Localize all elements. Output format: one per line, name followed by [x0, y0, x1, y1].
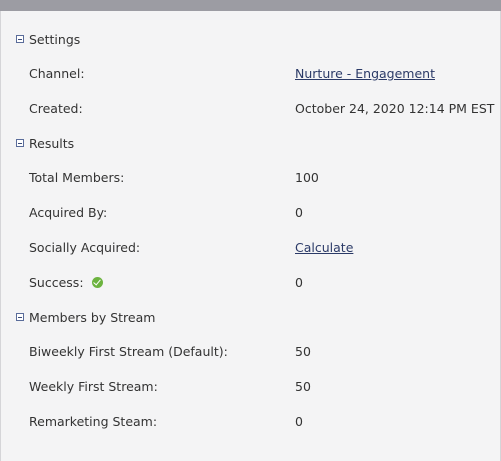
success-row-label: Success: — [29, 275, 103, 290]
success-value: 0 — [295, 275, 303, 290]
results-section-title: Results — [29, 135, 75, 151]
calculate-link[interactable]: Calculate — [295, 240, 353, 255]
settings-section-title: Settings — [29, 31, 81, 47]
acquired-by-label: Acquired By: — [29, 205, 108, 220]
stream-label: Biweekly First Stream (Default): — [29, 344, 228, 359]
created-label: Created: — [29, 101, 83, 116]
stream-value: 50 — [295, 344, 311, 359]
acquired-by-value: 0 — [295, 205, 303, 220]
total-members-value: 100 — [295, 170, 319, 185]
channel-label: Channel: — [29, 66, 85, 81]
collapse-icon[interactable] — [16, 35, 24, 43]
collapse-icon[interactable] — [16, 313, 24, 321]
success-label: Success: — [29, 275, 84, 290]
stream-label: Remarketing Steam: — [29, 414, 158, 429]
results-section-header[interactable]: Results — [16, 135, 74, 151]
stream-label: Weekly First Stream: — [29, 379, 158, 394]
smart-campaign-summary-panel: Settings Channel: Nurture - Engagement C… — [0, 11, 501, 461]
created-value: October 24, 2020 12:14 PM EST — [295, 101, 495, 116]
window-top-bar — [0, 0, 501, 11]
total-members-label: Total Members: — [29, 170, 125, 185]
stream-value: 50 — [295, 379, 311, 394]
check-circle-icon — [91, 277, 103, 288]
stream-value: 0 — [295, 414, 303, 429]
socially-acquired-label: Socially Acquired: — [29, 240, 141, 255]
members-by-stream-section-header[interactable]: Members by Stream — [16, 309, 155, 325]
channel-link[interactable]: Nurture - Engagement — [295, 66, 435, 81]
members-by-stream-section-title: Members by Stream — [29, 309, 156, 325]
collapse-icon[interactable] — [16, 139, 24, 147]
settings-section-header[interactable]: Settings — [16, 31, 80, 47]
